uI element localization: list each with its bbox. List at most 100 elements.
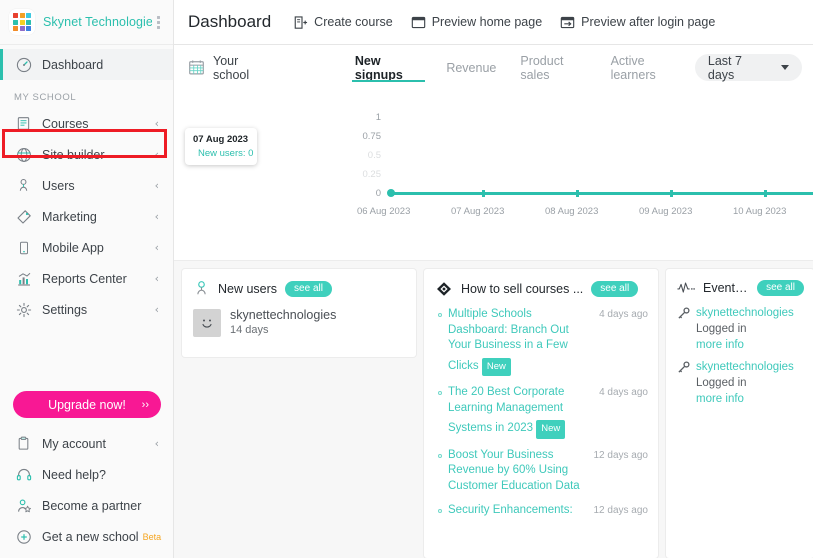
event-user-link[interactable]: skynettechnologies	[696, 305, 794, 321]
sidebar-item-mobile-app[interactable]: Mobile App ‹	[0, 232, 173, 263]
sidebar-item-marketing[interactable]: Marketing ‹	[0, 201, 173, 232]
double-chevron-right-icon: ››	[141, 398, 149, 411]
chart-plot-area: 1 0.75 0.5 0.25 0 06 Aug 2023 07 Aug 202…	[174, 90, 813, 255]
sidebar-section-label: MY SCHOOL	[14, 92, 77, 103]
blog-card: How to sell courses ... see all Multiple…	[424, 269, 658, 558]
app-root: Skynet Technologies Dashboard MY SCHOOL …	[0, 0, 813, 558]
event-action: Logged in	[696, 323, 747, 335]
bullet-icon	[438, 391, 442, 395]
event-more-info-link[interactable]: more info	[696, 391, 794, 407]
chart-tick	[764, 190, 767, 197]
sidebar-school-nav: Courses ‹ Site builder ‹ Users ‹ Marketi…	[0, 108, 173, 325]
list-item[interactable]: skynettechnologies 14 days	[182, 306, 416, 338]
sidebar-item-my-account[interactable]: My account ‹	[0, 428, 173, 459]
tab-new-signups[interactable]: New signups	[343, 45, 434, 90]
chart-series-line	[389, 192, 813, 195]
bullet-icon	[438, 509, 442, 513]
avatar	[193, 309, 221, 337]
sidebar-item-get-a-new-school[interactable]: Get a new school Beta	[0, 521, 173, 552]
sidebar-item-label: Marketing	[42, 209, 97, 224]
user-badge-icon	[193, 280, 210, 297]
dashboard-icon	[14, 55, 33, 74]
y-tick-label: 0.75	[362, 131, 382, 142]
sidebar-primary-nav: Dashboard	[0, 45, 173, 80]
analytics-chart-card: Your school New signups Revenue Product …	[174, 45, 813, 261]
topbar: Dashboard Create course Preview home pag…	[174, 0, 813, 45]
event-more-info-link[interactable]: more info	[696, 337, 794, 353]
plus-circle-icon	[14, 527, 33, 546]
sidebar-item-reports-center[interactable]: Reports Center ‹	[0, 263, 173, 294]
chevron-left-icon: ‹	[154, 272, 159, 285]
new-users-card: New users see all skynettechnologies 14 …	[182, 269, 416, 357]
marketing-tag-icon	[14, 207, 33, 226]
kebab-menu-icon[interactable]	[152, 15, 165, 29]
upgrade-section: Upgrade now! ››	[0, 383, 173, 428]
chart-tick	[482, 190, 485, 197]
chevron-left-icon: ‹	[154, 179, 159, 192]
globe-icon	[14, 145, 33, 164]
list-item: Multiple Schools Dashboard: Branch Out Y…	[424, 307, 658, 376]
blog-post-link[interactable]: Security Enhancements:	[438, 503, 588, 519]
sidebar-item-label: Become a partner	[42, 498, 142, 513]
sidebar-item-dashboard[interactable]: Dashboard	[0, 49, 173, 80]
sidebar-item-users[interactable]: Users ‹	[0, 170, 173, 201]
chevron-left-icon: ‹	[154, 148, 159, 161]
new-badge: New	[536, 420, 566, 439]
event-user-link[interactable]: skynettechnologies	[696, 359, 794, 375]
your-school-label: Your school	[213, 53, 250, 82]
sidebar-item-become-a-partner[interactable]: Become a partner	[0, 490, 173, 521]
preview-home-icon	[411, 15, 426, 30]
sidebar-item-site-builder[interactable]: Site builder ‹	[0, 139, 173, 170]
blog-post-link[interactable]: The 20 Best Corporate Learning Managemen…	[438, 385, 593, 439]
create-course-label: Create course	[314, 15, 393, 29]
your-school-label-group: Your school	[188, 54, 271, 82]
user-info: skynettechnologies 14 days	[230, 308, 336, 338]
sidebar-item-label: Mobile App	[42, 240, 104, 255]
blog-post-link[interactable]: Boost Your Business Revenue by 60% Using…	[438, 448, 588, 495]
blog-see-all-button[interactable]: see all	[591, 281, 639, 297]
create-course-button[interactable]: Create course	[293, 15, 393, 30]
tab-revenue[interactable]: Revenue	[434, 45, 508, 90]
user-joined-time: 14 days	[230, 324, 269, 336]
calendar-icon	[188, 59, 205, 76]
users-icon	[14, 176, 33, 195]
y-tick-label: 0.5	[367, 150, 381, 161]
sidebar-item-courses[interactable]: Courses ‹	[0, 108, 173, 139]
new-users-see-all-button[interactable]: see all	[285, 280, 332, 297]
chevron-down-icon	[781, 65, 789, 70]
upgrade-label: Upgrade now!	[48, 397, 126, 412]
preview-home-page-button[interactable]: Preview home page	[411, 15, 542, 30]
chart-data-point[interactable]	[387, 189, 395, 197]
tooltip-value: New users: 0	[198, 148, 254, 159]
date-range-dropdown[interactable]: Last 7 days	[694, 54, 802, 82]
event-details: skynettechnologies Logged in more info	[696, 305, 794, 353]
preview-after-login-page-button[interactable]: Preview after login page	[560, 15, 715, 30]
list-item: skynettechnologies Logged in more info	[666, 359, 813, 407]
y-tick-label: 0	[375, 188, 381, 199]
sidebar-item-label: Site builder	[42, 147, 105, 162]
blog-card-header: How to sell courses ... see all	[424, 269, 658, 307]
list-item: skynettechnologies Logged in more info	[666, 305, 813, 353]
page-title: Dashboard	[188, 12, 272, 31]
tab-active-learners[interactable]: Active learners	[599, 45, 695, 90]
events-see-all-button[interactable]: see all	[757, 280, 804, 296]
upgrade-now-button[interactable]: Upgrade now! ››	[13, 391, 161, 418]
sidebar-item-label: My account	[42, 436, 106, 451]
bullet-icon	[438, 453, 442, 458]
x-tick-label: 06 Aug 2023	[357, 206, 411, 217]
blog-card-title: How to sell courses ...	[461, 282, 584, 296]
chart-tabs: New signups Revenue Product sales Active…	[343, 45, 695, 90]
list-item: The 20 Best Corporate Learning Managemen…	[424, 385, 658, 439]
gear-icon	[14, 300, 33, 319]
blog-post-time: 12 days ago	[593, 505, 649, 516]
create-course-icon	[293, 15, 308, 30]
preview-login-icon	[560, 15, 575, 30]
tab-product-sales[interactable]: Product sales	[508, 45, 598, 90]
sidebar-item-label: Need help?	[42, 467, 106, 482]
list-item: Boost Your Business Revenue by 60% Using…	[424, 448, 658, 495]
blog-post-link[interactable]: Multiple Schools Dashboard: Branch Out Y…	[438, 307, 593, 376]
sidebar-item-settings[interactable]: Settings ‹	[0, 294, 173, 325]
sidebar-item-need-help[interactable]: Need help?	[0, 459, 173, 490]
sidebar-item-label: Get a new school	[42, 529, 139, 544]
